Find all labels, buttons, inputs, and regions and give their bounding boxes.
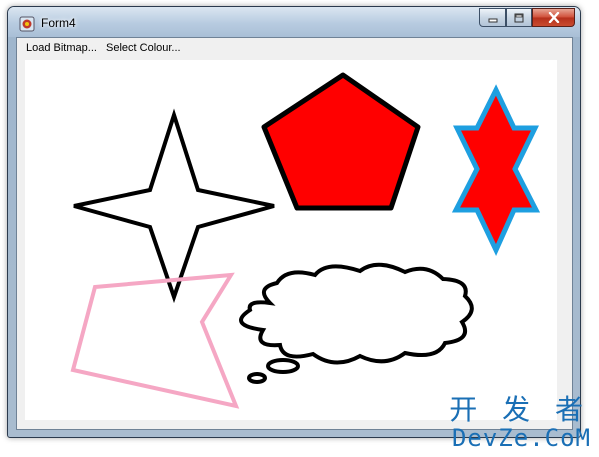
close-button[interactable] xyxy=(532,8,575,27)
menu-bar: Load Bitmap... Select Colour... xyxy=(17,38,572,58)
six-point-star xyxy=(451,84,541,256)
minimize-button[interactable] xyxy=(479,8,506,27)
close-icon xyxy=(548,12,559,23)
app-window: Form4 Load Bitmap... Select Colour... xyxy=(7,6,581,438)
app-icon[interactable] xyxy=(19,16,35,32)
menu-select-colour[interactable]: Select Colour... xyxy=(106,42,181,54)
title-bar[interactable]: Form4 xyxy=(8,7,580,37)
minimize-icon xyxy=(488,18,497,22)
window-title: Form4 xyxy=(41,16,76,30)
shapes-drawing xyxy=(70,72,541,409)
maximize-icon xyxy=(514,13,524,22)
drawing-canvas[interactable] xyxy=(25,60,557,420)
four-point-star xyxy=(73,108,275,304)
watermark-line2: DevZe.CoM xyxy=(451,424,591,452)
pink-polygon xyxy=(70,272,240,409)
thought-cloud xyxy=(239,262,474,384)
menu-load-bitmap[interactable]: Load Bitmap... xyxy=(26,42,97,54)
client-area: Load Bitmap... Select Colour... xyxy=(16,37,573,430)
pentagon xyxy=(261,72,421,211)
maximize-button[interactable] xyxy=(506,8,532,27)
watermark-line1: 开 发 者 xyxy=(449,393,591,426)
watermark: 开 发 者 DevZe.CoM xyxy=(421,393,591,452)
